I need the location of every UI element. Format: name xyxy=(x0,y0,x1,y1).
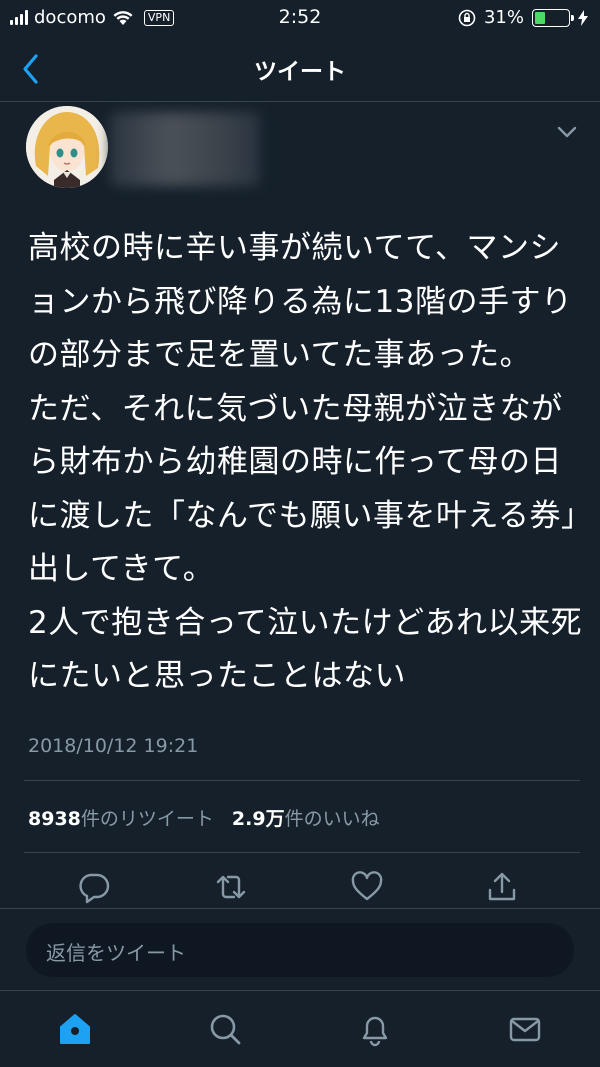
share-icon[interactable] xyxy=(485,870,519,904)
charging-bolt-icon xyxy=(578,9,588,26)
notifications-icon[interactable] xyxy=(357,1011,393,1047)
page-title: ツイート xyxy=(254,59,346,85)
like-label: 件のいいね xyxy=(284,808,380,830)
battery-icon xyxy=(532,8,574,27)
battery-level xyxy=(535,11,545,24)
tweet-text: 高校の時に辛い事が続いてて、マンションから飛び降りる為に13階の手すりの部分まで… xyxy=(28,230,583,694)
search-icon[interactable] xyxy=(207,1011,243,1047)
retweet-icon[interactable] xyxy=(214,870,248,904)
chevron-down-icon[interactable] xyxy=(556,124,578,140)
status-right: 31% xyxy=(458,7,588,28)
tweet-timestamp: 2018/10/12 19:21 xyxy=(28,735,199,757)
retweet-count: 8938 xyxy=(28,808,81,830)
status-bar: docomo VPN 2:52 31% xyxy=(0,0,600,36)
retweet-label: 件のリツイート xyxy=(80,808,214,830)
author-name-blurred xyxy=(110,112,260,186)
engagement-stats: 8938件のリツイート 2.9万件のいいね xyxy=(28,804,380,831)
reply-input[interactable]: 返信をツイート xyxy=(26,923,574,977)
orientation-lock-icon xyxy=(458,9,476,26)
divider xyxy=(24,852,580,853)
tweet-detail-screen: docomo VPN 2:52 31% ツイート 高校の時に辛い事が続いてて、マ… xyxy=(0,0,600,1067)
battery-percent: 31% xyxy=(483,7,524,28)
home-icon[interactable] xyxy=(57,1011,93,1047)
reply-icon[interactable] xyxy=(77,870,111,904)
navigation-bar: ツイート xyxy=(0,36,600,102)
tab-bar xyxy=(0,990,600,1067)
reply-composer: 返信をツイート xyxy=(0,908,600,990)
retweet-stat[interactable]: 8938件のリツイート xyxy=(28,804,214,831)
like-icon[interactable] xyxy=(350,870,384,904)
messages-icon[interactable] xyxy=(507,1011,543,1047)
divider xyxy=(24,780,580,781)
like-stat[interactable]: 2.9万件のいいね xyxy=(232,804,380,831)
avatar-anime-girl-icon xyxy=(26,106,108,188)
like-count: 2.9万 xyxy=(231,808,285,830)
avatar[interactable] xyxy=(26,106,108,188)
